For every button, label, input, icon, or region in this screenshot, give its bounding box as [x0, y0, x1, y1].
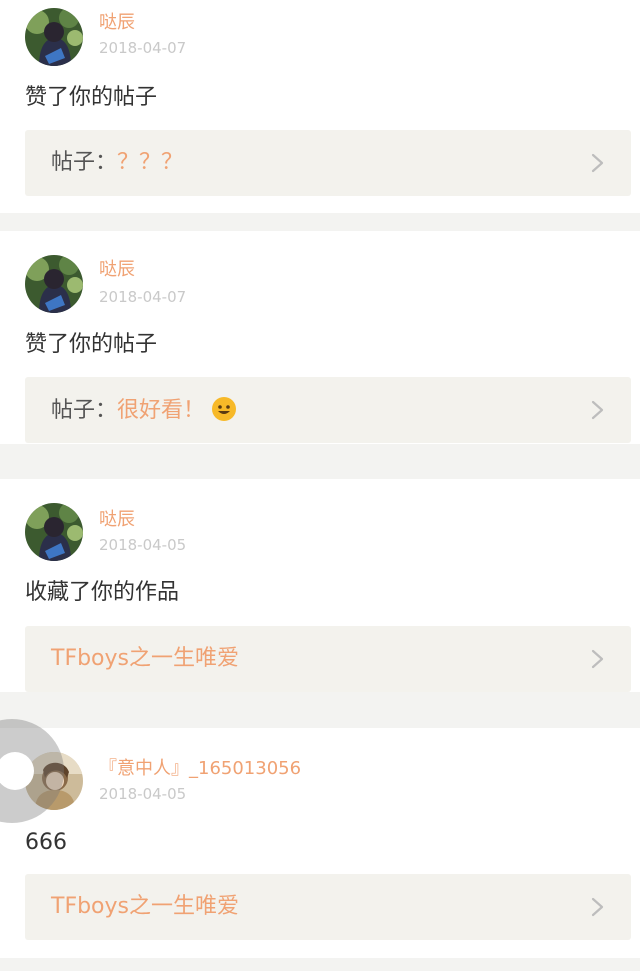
referenced-post[interactable]: 帖子：？？？	[25, 130, 631, 196]
ref-title: TFboys之一生唯爱	[51, 894, 239, 919]
username[interactable]: 『意中人』_165013056	[99, 758, 301, 780]
username[interactable]: 哒辰	[99, 509, 135, 531]
referenced-work-text: TFboys之一生唯爱	[51, 645, 239, 673]
notification-item[interactable]: 哒辰 2018-04-07 赞了你的帖子 帖子：很好看！	[0, 231, 640, 444]
referenced-work[interactable]: TFboys之一生唯爱	[25, 626, 631, 692]
assistive-touch-inner	[0, 752, 34, 790]
notification-item[interactable]: 哒辰 2018-04-07 赞了你的帖子 帖子：？？？	[0, 0, 640, 213]
referenced-post[interactable]: 帖子：很好看！	[25, 377, 631, 443]
ref-title: 很好看！	[117, 398, 206, 423]
referenced-post-text: 帖子：？？？	[51, 149, 183, 177]
ref-prefix: 帖子：	[51, 398, 118, 423]
ref-prefix: 帖子：	[51, 150, 118, 175]
ref-title: ？？？	[117, 150, 184, 175]
action-text: 收藏了你的作品	[25, 580, 180, 605]
timestamp: 2018-04-05	[99, 785, 187, 803]
user-avatar[interactable]	[25, 503, 83, 561]
referenced-work-text: TFboys之一生唯爱	[51, 893, 239, 921]
ref-title: TFboys之一生唯爱	[51, 646, 239, 671]
timestamp: 2018-04-05	[99, 536, 187, 554]
chevron-right-icon	[591, 400, 605, 420]
action-text: 赞了你的帖子	[25, 85, 158, 110]
referenced-work[interactable]: TFboys之一生唯爱	[25, 874, 631, 940]
notification-list-screen: 哒辰 2018-04-07 赞了你的帖子 帖子：？？？ 哒辰 2018-04-0…	[0, 0, 640, 971]
referenced-post-text: 帖子：很好看！	[51, 396, 237, 425]
notification-item[interactable]: 『意中人』_165013056 2018-04-05 666 TFboys之一生…	[0, 728, 640, 958]
username[interactable]: 哒辰	[99, 12, 135, 34]
chevron-right-icon	[591, 897, 605, 917]
comment-text: 666	[25, 830, 67, 855]
action-text: 赞了你的帖子	[25, 332, 158, 357]
timestamp: 2018-04-07	[99, 288, 187, 306]
chevron-right-icon	[591, 153, 605, 173]
user-avatar[interactable]	[25, 255, 83, 313]
smiling-face-emoji-icon	[211, 396, 237, 422]
chevron-right-icon	[591, 649, 605, 669]
user-avatar[interactable]	[25, 8, 83, 66]
timestamp: 2018-04-07	[99, 39, 187, 57]
username[interactable]: 哒辰	[99, 259, 135, 281]
notification-item[interactable]: 哒辰 2018-04-05 收藏了你的作品 TFboys之一生唯爱	[0, 479, 640, 692]
